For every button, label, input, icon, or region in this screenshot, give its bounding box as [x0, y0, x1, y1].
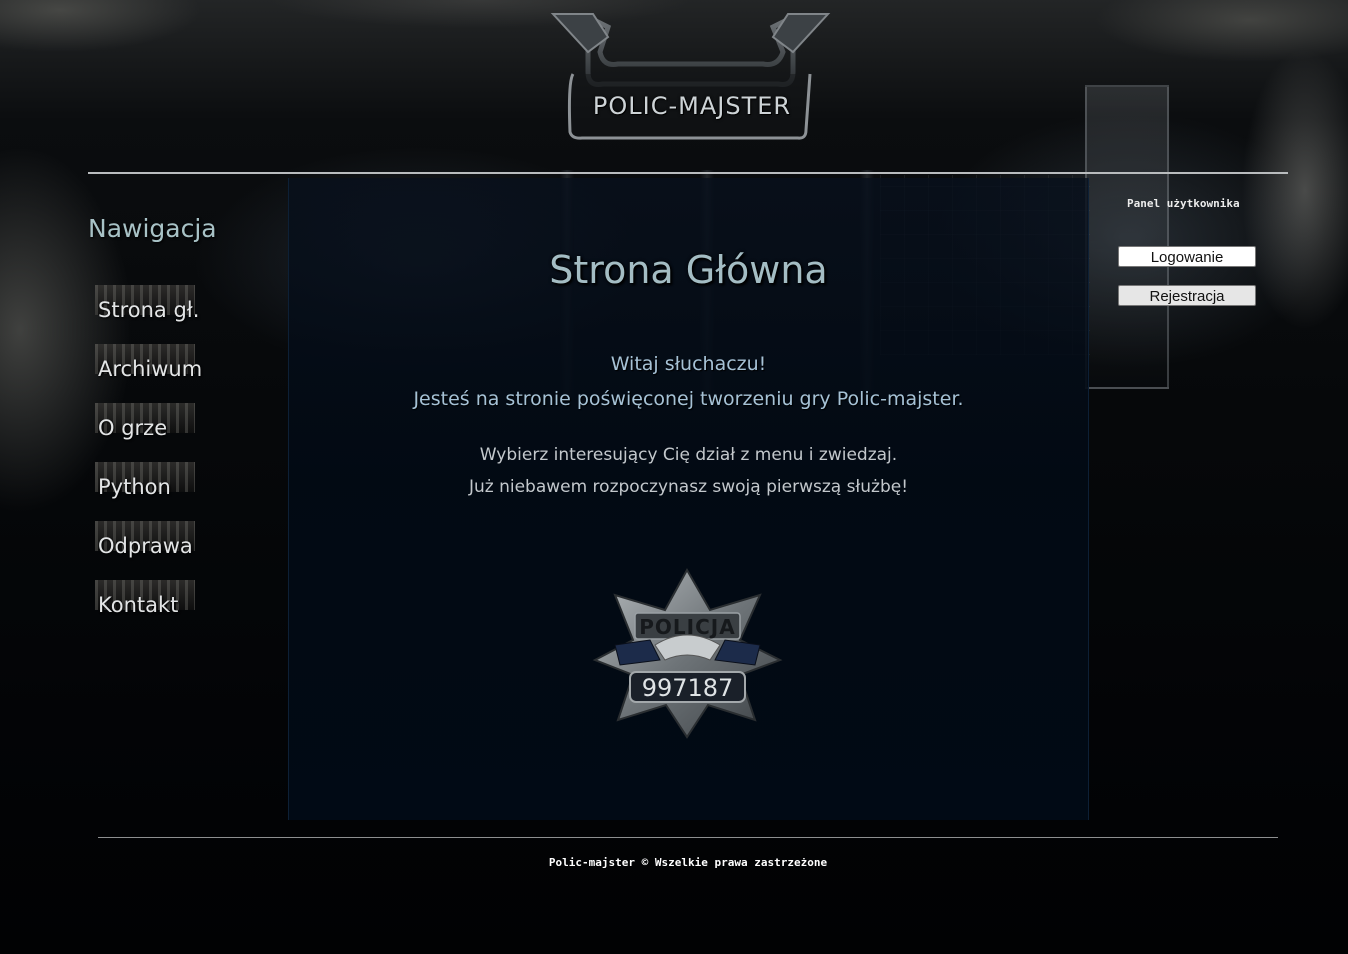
nav-item-about[interactable]: O grze: [95, 403, 195, 440]
nav-item-contact[interactable]: Kontakt: [95, 580, 195, 617]
nav-item-archive[interactable]: Archiwum: [95, 344, 202, 381]
footer-copyright: Polic-majster © Wszelkie prawa zastrzeżo…: [548, 856, 828, 869]
nav-item-briefing[interactable]: Odprawa: [95, 521, 195, 558]
intro-text-1: Wybierz interesujący Cię dział z menu i …: [479, 445, 898, 465]
nav-item-python[interactable]: Python: [95, 462, 195, 499]
page-title: Strona Główna: [549, 248, 828, 292]
nav-item-label: Kontakt: [98, 593, 179, 617]
nav-item-label: Strona gł.: [98, 298, 200, 322]
nav-item-home[interactable]: Strona gł.: [95, 285, 199, 322]
badge-number: 997187: [641, 674, 734, 702]
background-door: [1085, 85, 1169, 389]
welcome-greeting: Witaj słuchaczu!: [610, 353, 767, 375]
nav-title: Nawigacja: [88, 214, 217, 243]
nav-item-label: Archiwum: [98, 357, 203, 381]
logo-text: POLIC-MAJSTER: [592, 92, 792, 120]
nav-item-label: Python: [98, 475, 171, 499]
register-button[interactable]: Rejestracja: [1118, 285, 1256, 306]
header-divider: [88, 172, 1288, 174]
intro-text-2: Już niebawem rozpoczynasz swoją pierwszą…: [468, 477, 909, 497]
badge-label: POLICJA: [639, 615, 736, 639]
police-badge-image: [592, 567, 783, 739]
user-panel-title: Panel użytkownika: [1127, 197, 1240, 210]
nav-item-label: O grze: [98, 416, 168, 440]
nav-item-label: Odprawa: [98, 534, 193, 558]
welcome-intro: Jesteś na stronie poświęconej tworzeniu …: [413, 388, 964, 410]
footer-divider: [98, 837, 1278, 838]
login-button[interactable]: Logowanie: [1118, 246, 1256, 267]
site-logo[interactable]: [548, 12, 833, 142]
